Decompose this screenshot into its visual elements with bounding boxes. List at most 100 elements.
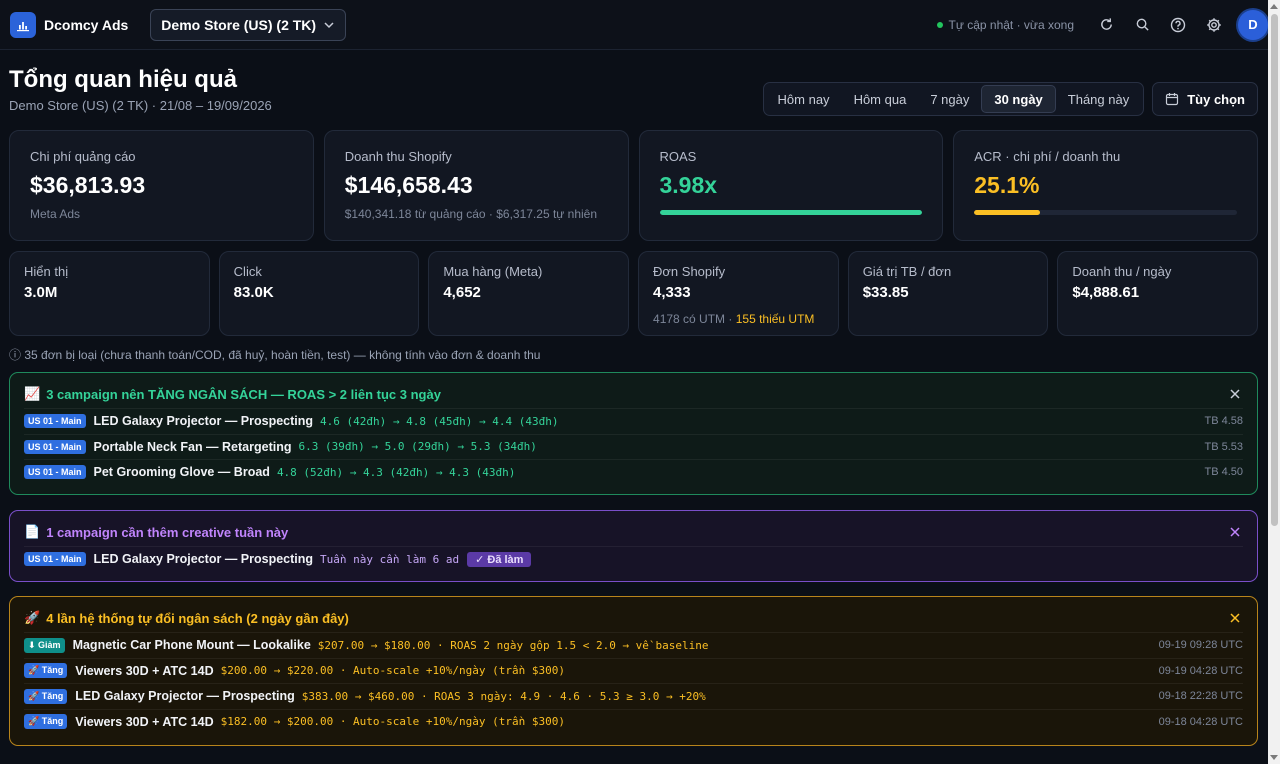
kpi-label: ROAS	[659, 149, 697, 164]
account-tag: US 01 - Main	[24, 414, 86, 429]
roas-average: TB 4.58	[1204, 415, 1243, 428]
stat-value: 4,652	[443, 284, 481, 301]
campaign-name: LED Galaxy Projector — Prospecting	[93, 552, 314, 567]
roas-average: TB 5.53	[1204, 440, 1243, 453]
kpi-acr: ACR · chi phí / doanh thu 25.1%	[953, 130, 1258, 241]
stat-note: 4178 có UTM · 155 thiếu UTM	[653, 312, 824, 326]
stat-label: Giá trị TB / đơn	[862, 264, 952, 279]
settings-button[interactable]	[1196, 7, 1232, 43]
list-item[interactable]: US 01 - Main LED Galaxy Projector — Pros…	[24, 546, 1243, 572]
kpi-shopify-revenue: Doanh thu Shopify $146,658.43 $140,341.1…	[323, 130, 629, 241]
utm-count: 4178 có UTM ·	[653, 312, 736, 326]
custom-range-label: Tùy chọn	[1187, 91, 1245, 107]
range-this-month[interactable]: Tháng này	[1056, 85, 1141, 113]
kpi-value: 3.98x	[659, 172, 718, 198]
kpi-row: Chi phí quảng cáo $36,813.93 Meta Ads Do…	[9, 130, 1258, 241]
stat-value: 4,333	[653, 284, 691, 301]
kpi-label: Chi phí quảng cáo	[30, 149, 136, 164]
date-range-tabs: Hôm nay Hôm qua 7 ngày 30 ngày Tháng này	[762, 82, 1145, 116]
mark-done-button[interactable]: ✓ Đã làm	[467, 551, 532, 567]
range-today[interactable]: Hôm nay	[766, 85, 842, 113]
status-dot	[936, 21, 943, 28]
campaign-name: Magnetic Car Phone Mount — Lookalike	[72, 638, 311, 653]
change-direction-tag: 🚀 Tăng	[24, 714, 68, 730]
top-bar: Dcomcy Ads Demo Store (US) (2 TK) Tự cập…	[0, 0, 1280, 50]
close-button[interactable]	[1227, 610, 1243, 626]
roas-trend: 6.3 (39đh) → 5.0 (29đh) → 5.3 (34đh)	[298, 440, 537, 454]
stat-value: 3.0M	[24, 284, 58, 301]
excluded-orders-note: ⓘ 35 đơn bị loại (chưa thanh toán/COD, đ…	[9, 348, 541, 362]
kpi-note: Meta Ads	[30, 207, 81, 221]
alert-title: 4 lần hệ thống tự đổi ngân sách (2 ngày …	[46, 610, 349, 626]
refresh-button[interactable]	[1088, 7, 1124, 43]
status-text: Tự cập nhật · vừa xong	[948, 17, 1074, 32]
list-item[interactable]: US 01 - Main LED Galaxy Projector — Pros…	[24, 408, 1243, 434]
roas-progress-bar	[659, 210, 923, 215]
range-7-days[interactable]: 7 ngày	[918, 85, 981, 113]
list-item[interactable]: US 01 - Main Pet Grooming Glove — Broad …	[24, 459, 1243, 485]
close-icon	[1230, 613, 1240, 623]
range-30-days[interactable]: 30 ngày	[981, 85, 1056, 113]
acr-progress-fill	[974, 210, 1041, 215]
stat-label: Đơn Shopify	[653, 264, 726, 279]
close-icon	[1230, 527, 1240, 537]
kpi-value: $146,658.43	[344, 172, 473, 198]
range-yesterday[interactable]: Hôm qua	[842, 85, 919, 113]
increase-budget-alert: 📈 3 campaign nên TĂNG NGÂN SÁCH — ROAS >…	[9, 372, 1258, 495]
alert-title: 1 campaign cần thêm creative tuần này	[46, 524, 289, 540]
stat-label: Doanh thu / ngày	[1072, 264, 1172, 279]
auto-budget-changes-alert: 🚀 4 lần hệ thống tự đổi ngân sách (2 ngà…	[9, 596, 1258, 746]
kpi-label: Doanh thu Shopify	[344, 149, 452, 164]
document-icon: 📄	[24, 524, 41, 539]
list-item[interactable]: ⬇ Giảm Magnetic Car Phone Mount — Lookal…	[24, 632, 1243, 658]
account-tag: US 01 - Main	[24, 439, 86, 454]
list-item[interactable]: US 01 - Main Portable Neck Fan — Retarge…	[24, 433, 1243, 460]
kpi-roas: ROAS 3.98x	[638, 130, 944, 241]
budget-change-detail: $383.00 → $460.00 · ROAS 3 ngày: 4.9 · 4…	[301, 689, 706, 703]
budget-change-detail: $200.00 → $220.00 · Auto-scale +10%/ngày…	[220, 664, 565, 678]
store-select[interactable]: Demo Store (US) (2 TK)	[150, 8, 347, 41]
rocket-icon: 🚀	[24, 610, 41, 625]
help-button[interactable]	[1160, 7, 1196, 43]
roas-trend: 4.8 (52đh) → 4.3 (42đh) → 4.3 (43đh)	[276, 465, 516, 479]
scroll-up-arrow[interactable]	[1270, 4, 1278, 9]
stat-meta-purchases: Mua hàng (Meta) 4,652	[428, 251, 630, 336]
kpi-ad-spend: Chi phí quảng cáo $36,813.93 Meta Ads	[9, 130, 314, 241]
brand[interactable]: Dcomcy Ads	[10, 11, 128, 38]
kpi-label: ACR · chi phí / doanh thu	[974, 149, 1121, 164]
stat-value: $4,888.61	[1072, 284, 1140, 301]
timestamp: 09-19 09:28 UTC	[1158, 639, 1243, 652]
account-tag: US 01 - Main	[24, 552, 86, 567]
page-scrollbar[interactable]	[1268, 0, 1280, 764]
scroll-down-arrow[interactable]	[1270, 755, 1278, 760]
custom-range-button[interactable]: Tùy chọn	[1152, 82, 1258, 116]
roas-progress-fill	[659, 210, 923, 215]
search-icon	[1136, 18, 1149, 31]
store-select-value: Demo Store (US) (2 TK)	[161, 16, 317, 33]
close-button[interactable]	[1227, 386, 1243, 402]
scrollbar-thumb[interactable]	[1271, 14, 1278, 526]
alert-header: 📄 1 campaign cần thêm creative tuần này	[24, 521, 1243, 543]
roas-average: TB 4.50	[1204, 466, 1243, 479]
list-item[interactable]: 🚀 Tăng Viewers 30D + ATC 14D $182.00 → $…	[24, 708, 1243, 735]
kpi-value: $36,813.93	[30, 172, 146, 198]
list-item[interactable]: 🚀 Tăng LED Galaxy Projector — Prospectin…	[24, 683, 1243, 709]
close-button[interactable]	[1227, 524, 1243, 540]
change-direction-tag: 🚀 Tăng	[24, 688, 68, 704]
timestamp: 09-18 04:28 UTC	[1158, 715, 1243, 728]
stat-value: $33.85	[862, 284, 909, 301]
chevron-down-icon	[324, 21, 334, 28]
close-icon	[1230, 389, 1240, 399]
alert-header: 📈 3 campaign nên TĂNG NGÂN SÁCH — ROAS >…	[24, 383, 1243, 405]
list-item[interactable]: 🚀 Tăng Viewers 30D + ATC 14D $200.00 → $…	[24, 657, 1243, 684]
avatar[interactable]: D	[1238, 9, 1268, 40]
stat-label: Hiển thị	[24, 264, 69, 279]
search-button[interactable]	[1124, 7, 1160, 43]
calendar-icon	[1166, 93, 1179, 106]
missing-utm-count[interactable]: 155 thiếu UTM	[736, 312, 815, 326]
creative-requirement: Tuần này cần làm 6 ad	[320, 552, 460, 566]
page-title: Tổng quan hiệu quả	[9, 66, 237, 93]
account-tag: US 01 - Main	[24, 465, 86, 480]
gear-icon	[1207, 17, 1221, 32]
stat-label: Mua hàng (Meta)	[443, 264, 543, 279]
